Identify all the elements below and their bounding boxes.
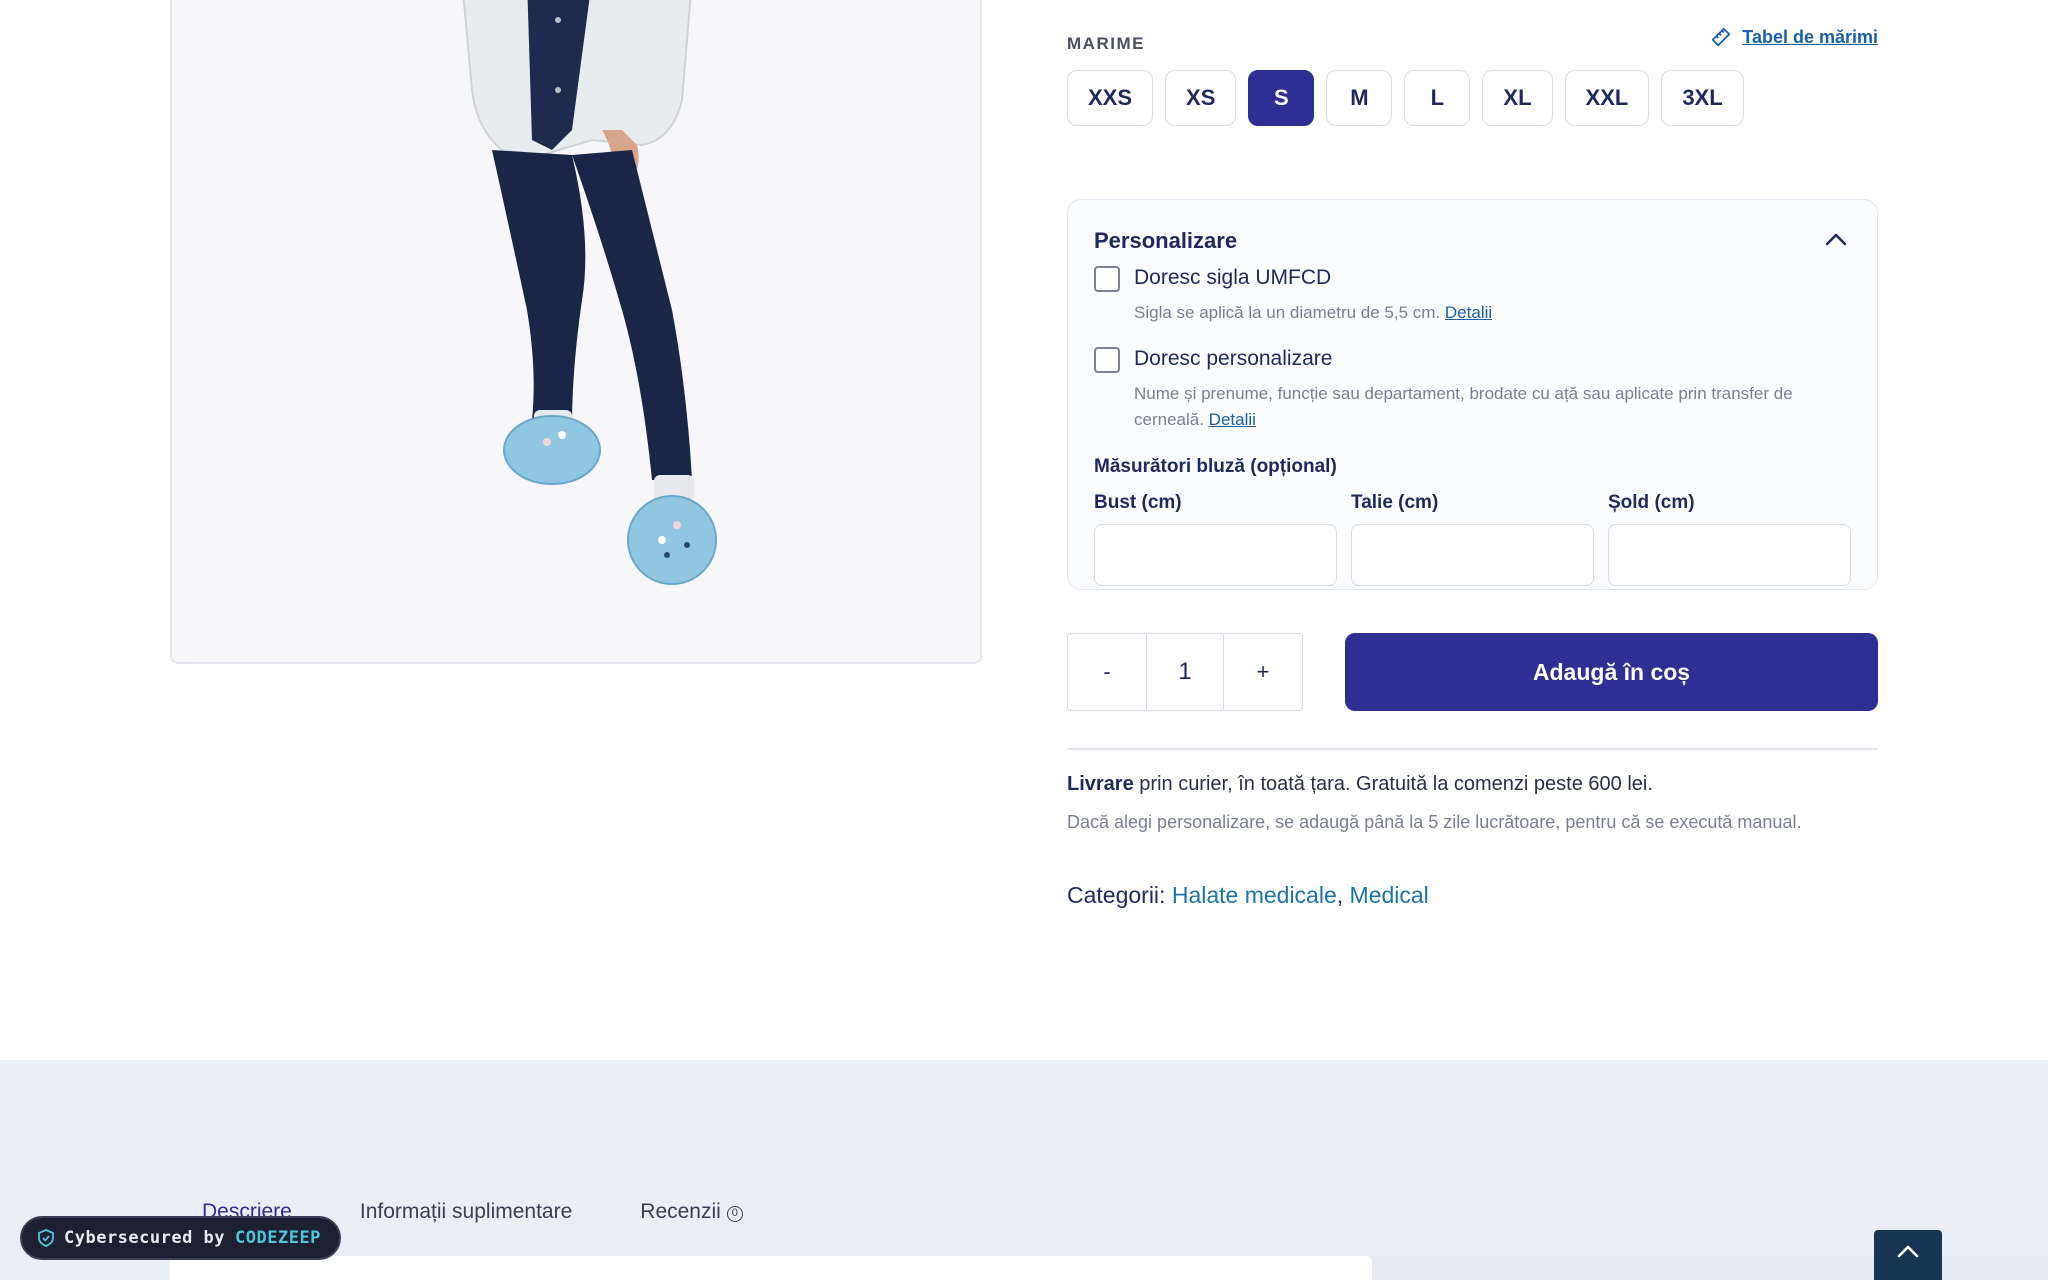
bust-label: Bust (cm)	[1094, 492, 1182, 513]
shield-check-icon	[38, 1229, 54, 1247]
tab-content-panel	[170, 1256, 1372, 1280]
umfcd-logo-checkbox[interactable]	[1094, 266, 1120, 292]
security-badge[interactable]: Cybersecured by CODEZEEP	[20, 1216, 341, 1260]
umfcd-logo-description-text: Sigla se aplică la un diametru de 5,5 cm…	[1134, 303, 1441, 322]
chevron-up-icon	[1897, 1245, 1919, 1258]
umfcd-logo-details-link[interactable]: Detalii	[1445, 303, 1492, 322]
delivery-note: Dacă alegi personalizare, se adaugă până…	[1067, 812, 1802, 832]
side-content-panel	[1372, 1256, 2048, 1280]
personalization-title[interactable]: Personalizare	[1094, 228, 1237, 254]
product-categories: Categorii: Halate medicale, Medical	[1067, 882, 1429, 909]
size-chart-link[interactable]: Tabel de mărimi	[1710, 26, 1878, 48]
umfcd-logo-description: Sigla se aplică la un diametru de 5,5 cm…	[1134, 300, 1854, 326]
chevron-up-icon[interactable]	[1825, 232, 1847, 246]
size-option-xxs[interactable]: XXS	[1067, 70, 1154, 126]
category-link-medical-coats[interactable]: Halate medicale	[1172, 882, 1337, 908]
size-option-xxl[interactable]: XXL	[1564, 70, 1650, 126]
quantity-input[interactable]: 1	[1146, 634, 1224, 710]
size-label: MARIME	[1067, 34, 1145, 53]
security-badge-brand: CODEZEEP	[235, 1228, 321, 1248]
security-badge-prefix: Cybersecured by	[64, 1228, 226, 1248]
tab-reviews-label: Recenzii	[640, 1200, 721, 1223]
measurements-title: Măsurători bluză (opțional)	[1094, 456, 1337, 477]
size-option-xs[interactable]: XS	[1165, 70, 1237, 126]
delivery-text: prin curier, în toată țara. Gratuită la …	[1139, 773, 1653, 795]
bust-measurement: Bust (cm)	[1094, 492, 1337, 586]
product-page: MARIME Tabel de mărimi XXS XS S M L XL X…	[0, 0, 2048, 1280]
personalization-label[interactable]: Doresc personalizare	[1134, 347, 1332, 371]
delivery-info: Livrare prin curier, în toată țara. Grat…	[1067, 773, 1653, 796]
size-option-3xl[interactable]: 3XL	[1661, 70, 1744, 126]
personalization-description: Nume și prenume, funcție sau departament…	[1134, 381, 1854, 433]
personalization-details-link[interactable]: Detalii	[1209, 410, 1256, 429]
umfcd-logo-label[interactable]: Doresc sigla UMFCD	[1134, 266, 1331, 290]
scroll-to-top-button[interactable]	[1874, 1230, 1942, 1280]
size-option-s[interactable]: S	[1248, 70, 1315, 126]
size-option-l[interactable]: L	[1404, 70, 1471, 126]
delivery-label: Livrare	[1067, 773, 1134, 795]
tab-additional-info[interactable]: Informații suplimentare	[360, 1200, 572, 1224]
product-photo-illustration	[192, 0, 980, 662]
hip-measurement: Șold (cm)	[1608, 492, 1851, 586]
waist-input[interactable]	[1351, 524, 1594, 586]
personalization-panel: Personalizare Doresc sigla UMFCD Sigla s…	[1067, 199, 1878, 590]
quantity-stepper: - 1 +	[1067, 633, 1303, 711]
size-option-m[interactable]: M	[1326, 70, 1393, 126]
waist-measurement: Talie (cm)	[1351, 492, 1594, 586]
bust-input[interactable]	[1094, 524, 1337, 586]
product-image[interactable]	[170, 0, 982, 664]
personalization-checkbox[interactable]	[1094, 347, 1120, 373]
size-options: XXS XS S M L XL XXL 3XL	[1067, 70, 1744, 126]
waist-label: Talie (cm)	[1351, 492, 1439, 513]
ruler-icon	[1712, 27, 1731, 47]
size-chart-label[interactable]: Tabel de mărimi	[1742, 27, 1878, 48]
divider	[1067, 748, 1878, 750]
add-to-cart-button[interactable]: Adaugă în coș	[1345, 633, 1878, 711]
category-link-medical[interactable]: Medical	[1350, 882, 1429, 908]
hip-label: Șold (cm)	[1608, 492, 1695, 513]
hip-input[interactable]	[1608, 524, 1851, 586]
quantity-decrement-button[interactable]: -	[1068, 634, 1146, 710]
quantity-increment-button[interactable]: +	[1224, 634, 1302, 710]
reviews-count-badge: 0	[726, 1206, 743, 1222]
tab-reviews[interactable]: Recenzii 0	[640, 1200, 743, 1224]
size-option-xl[interactable]: XL	[1482, 70, 1553, 126]
categories-separator: ,	[1336, 882, 1344, 908]
categories-label: Categorii:	[1067, 882, 1166, 908]
